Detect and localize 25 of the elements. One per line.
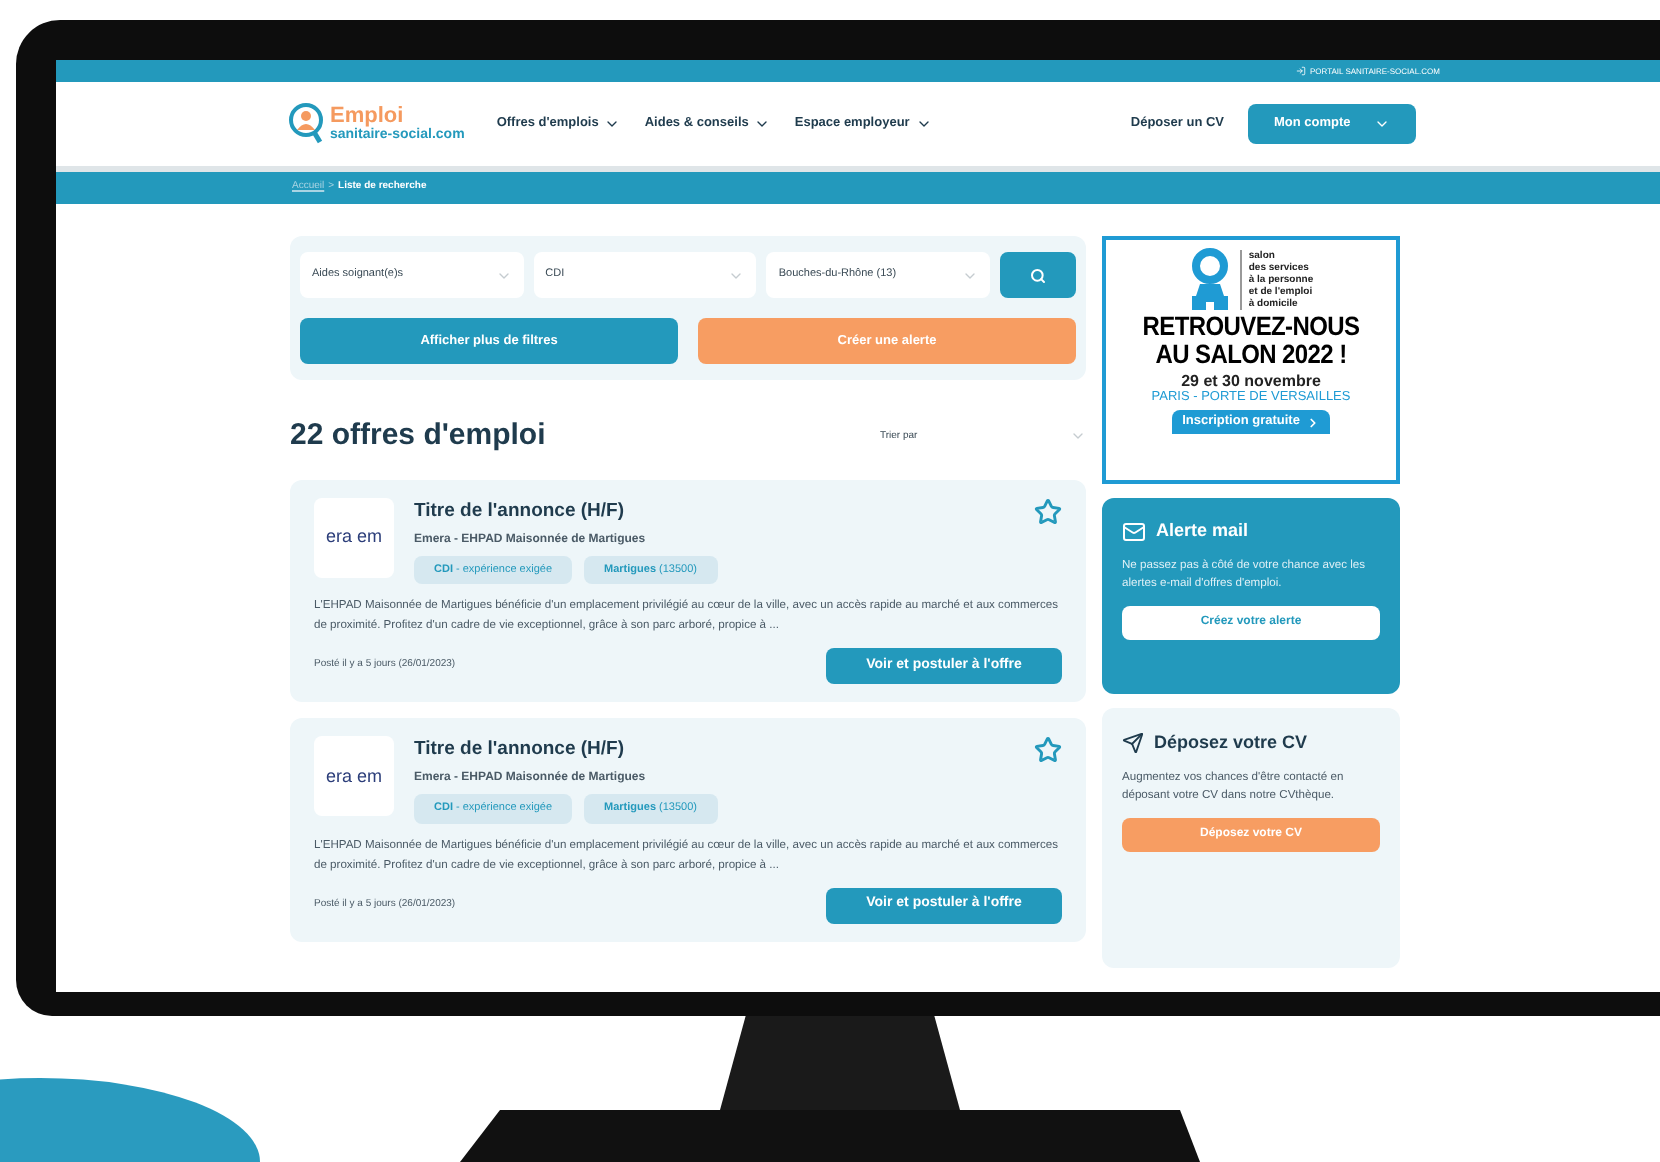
banner-headline: AU SALON 2022 ! (1155, 338, 1347, 370)
chevron-right-icon (1305, 415, 1320, 429)
search-button[interactable] (1000, 252, 1077, 298)
search-icon (1030, 267, 1047, 283)
banner-dates: 29 et 30 novembre (1181, 372, 1321, 390)
chevron-down-icon (1374, 116, 1390, 132)
login-icon (1296, 66, 1307, 76)
job-title: Titre de l'annonce (H/F) (414, 736, 625, 764)
chevron-down-icon (915, 116, 932, 132)
mail-icon (1122, 519, 1146, 544)
favorite-star-icon[interactable] (1034, 497, 1062, 525)
card-title: Déposez votre CV (1154, 730, 1308, 756)
paper-plane-icon (1122, 732, 1144, 755)
logo-title: Emploi (330, 106, 404, 128)
chevron-down-icon (604, 116, 621, 132)
logo-magnifier-icon (288, 102, 324, 146)
chevron-down-icon (754, 116, 771, 132)
job-title: Titre de l'annonce (H/F) (414, 497, 625, 525)
banner-headline: RETROUVEZ-NOUS (1142, 310, 1360, 342)
company-logo: era em (314, 736, 394, 816)
person-logo-icon (1188, 248, 1233, 312)
card-title: Alerte mail (1156, 518, 1249, 544)
favorite-star-icon[interactable] (1034, 736, 1062, 764)
results-heading: 22 offres d'emploi (290, 416, 546, 456)
company-logo: era em (314, 497, 394, 577)
